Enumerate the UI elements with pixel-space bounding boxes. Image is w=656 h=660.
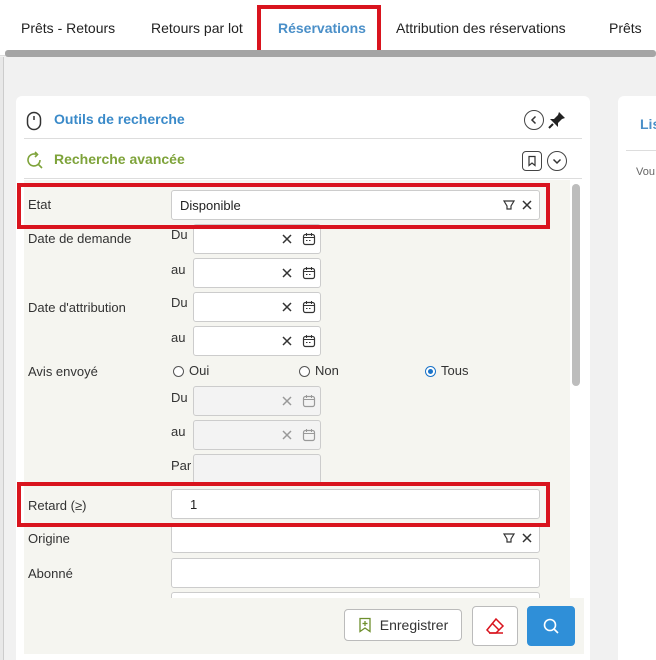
search-tools-title: Outils de recherche [54,111,185,127]
funnel-icon[interactable] [502,531,516,545]
active-tab-highlight [257,5,381,55]
save-search-label: Enregistrer [379,617,449,633]
origine-select[interactable] [171,523,540,553]
tab-prets-retours[interactable]: Prêts - Retours [21,0,115,56]
clear-icon[interactable] [280,266,294,280]
avis-label: Avis envoyé [28,364,98,379]
divider [626,150,656,151]
retard-highlight [17,482,550,527]
abonne-input[interactable] [171,558,540,588]
calendar-icon[interactable] [302,232,316,246]
radio-non-label: Non [315,363,339,378]
avis-from-input[interactable] [193,386,321,416]
search-button[interactable] [527,606,575,646]
origine-label: Origine [28,531,70,546]
calendar-icon[interactable] [302,300,316,314]
chevron-down-icon [552,158,562,165]
advanced-search-header[interactable]: Recherche avancée [24,139,582,179]
date-attribution-from-input[interactable] [193,292,321,322]
calendar-icon[interactable] [302,394,316,408]
radio-oui-label: Oui [189,363,210,378]
mouse-icon [26,111,42,131]
advanced-search-form: Etat Disponible Date de demande Du au Da… [24,180,570,654]
chevron-left-icon [530,115,537,125]
bookmark-add-icon [359,617,371,633]
calendar-icon[interactable] [302,428,316,442]
results-text: Vou [636,166,655,178]
advanced-search-title: Recherche avancée [54,151,185,167]
clear-icon[interactable] [280,428,294,442]
date-demande-to-input[interactable] [193,258,321,288]
clear-icon[interactable] [280,232,294,246]
expand-button[interactable] [547,151,567,171]
date-attribution-label: Date d'attribution [28,300,126,315]
date-attribution-to-input[interactable] [193,326,321,356]
date-demande-label: Date de demande [28,231,132,246]
calendar-icon[interactable] [302,266,316,280]
avis-par-input[interactable] [193,454,321,484]
radio-tous-label: Tous [441,363,469,378]
radio-non[interactable] [299,366,310,377]
left-edge [0,57,4,660]
pin-icon[interactable] [547,110,567,130]
collapse-left-button[interactable] [524,110,544,130]
avis-to-label: au [171,424,186,439]
clear-form-button[interactable] [472,606,518,646]
search-icon [543,618,559,634]
date-attribution-to-label: au [171,330,186,345]
avis-to-input[interactable] [193,420,321,450]
bookmark-icon [528,155,536,167]
clear-icon[interactable] [280,300,294,314]
tab-attribution-reservations[interactable]: Attribution des réservations [396,0,566,56]
avis-par-label: Par [171,458,192,473]
etat-highlight [17,183,550,229]
tab-prets[interactable]: Prêts [609,0,642,56]
tab-underline-bar [5,50,656,57]
calendar-icon[interactable] [302,334,316,348]
clear-icon[interactable] [520,531,534,545]
abonne-label: Abonné [28,566,73,581]
search-tools-header[interactable]: Outils de recherche [24,99,582,139]
refresh-search-icon [27,151,43,169]
form-scrollbar[interactable] [572,184,580,386]
saved-searches-button[interactable] [522,151,542,171]
clear-icon[interactable] [280,394,294,408]
tab-retours-par-lot[interactable]: Retours par lot [151,0,243,56]
date-demande-to-label: au [171,262,186,277]
eraser-icon [485,617,505,634]
date-attribution-from-label: Du [171,295,188,310]
avis-from-label: Du [171,390,188,405]
clear-icon[interactable] [280,334,294,348]
radio-oui[interactable] [173,366,184,377]
radio-tous[interactable] [425,366,436,377]
date-demande-from-label: Du [171,227,188,242]
save-search-button[interactable]: Enregistrer [344,609,462,641]
results-title: Lis [640,116,656,132]
results-panel: Lis Vou [618,96,656,660]
